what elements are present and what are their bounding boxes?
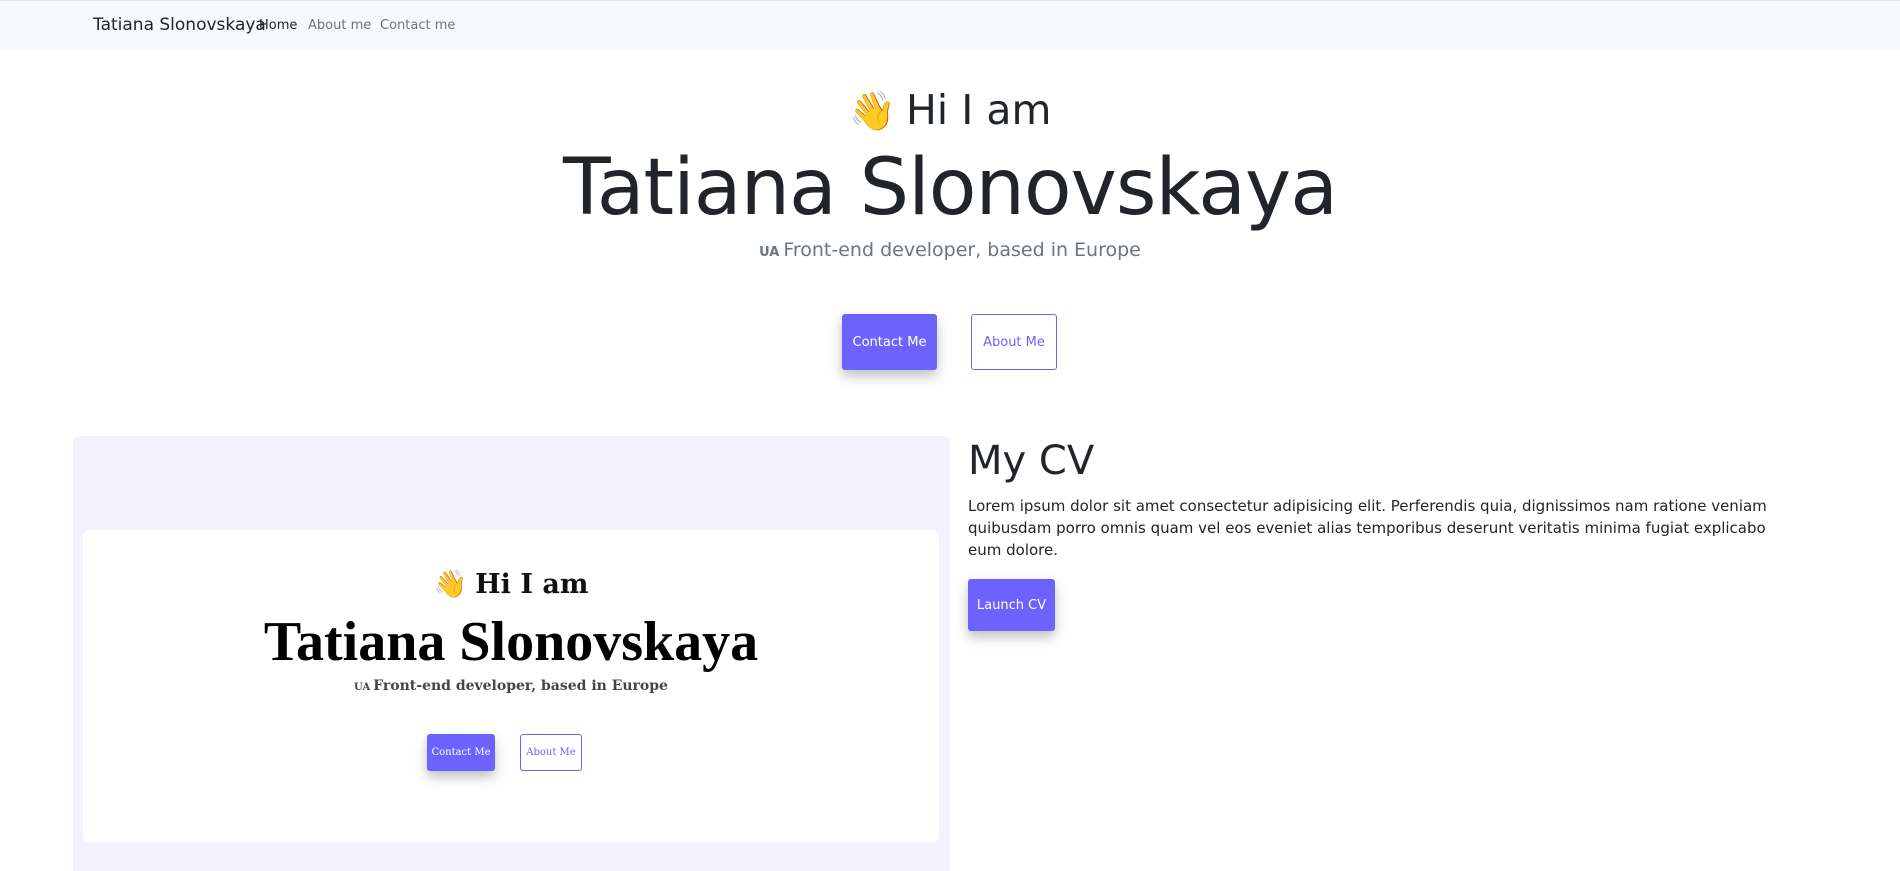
hero-greeting: 👋 Hi I am: [0, 86, 1900, 134]
navbar: Tatiana Slonovskaya Home About me Contac…: [0, 0, 1900, 49]
cv-title: My CV: [968, 438, 1095, 484]
preview-about-button: About Me: [520, 734, 582, 771]
hero-subtitle: UA Front-end developer, based in Europe: [0, 239, 1900, 261]
preview-flag-label: UA: [354, 682, 371, 693]
preview-contact-button: Contact Me: [427, 734, 495, 771]
greeting-text: Hi I am: [905, 86, 1052, 134]
launch-cv-button[interactable]: Launch CV: [968, 579, 1055, 631]
contact-me-button[interactable]: Contact Me: [842, 314, 937, 370]
preview-subtitle-text: Front-end developer, based in Europe: [373, 678, 668, 694]
about-me-button[interactable]: About Me: [971, 314, 1057, 370]
nav-link-contact[interactable]: Contact me: [380, 18, 455, 33]
preview-greeting: 👋 Hi I am: [83, 568, 939, 600]
flag-label: UA: [759, 245, 780, 260]
preview-subtitle: UA Front-end developer, based in Europe: [83, 678, 939, 694]
cv-preview-panel: 👋 Hi I am Tatiana Slonovskaya UA Front-end…: [73, 436, 950, 871]
nav-link-about[interactable]: About me: [308, 18, 371, 33]
cv-description: Lorem ipsum dolor sit amet consectetur a…: [968, 497, 1767, 559]
cv-preview-card: 👋 Hi I am Tatiana Slonovskaya UA Front-end…: [83, 530, 939, 842]
subtitle-text: Front-end developer, based in Europe: [783, 239, 1141, 261]
preview-greeting-text: Hi I am: [475, 569, 589, 600]
hero-name: Tatiana Slonovskaya: [562, 143, 1338, 233]
waving-hand-icon: 👋: [433, 569, 468, 600]
nav-link-home[interactable]: Home: [259, 18, 297, 33]
waving-hand-icon: 👋: [848, 89, 896, 133]
navbar-brand[interactable]: Tatiana Slonovskaya: [93, 15, 266, 35]
preview-name: Tatiana Slonovskaya: [263, 611, 759, 673]
